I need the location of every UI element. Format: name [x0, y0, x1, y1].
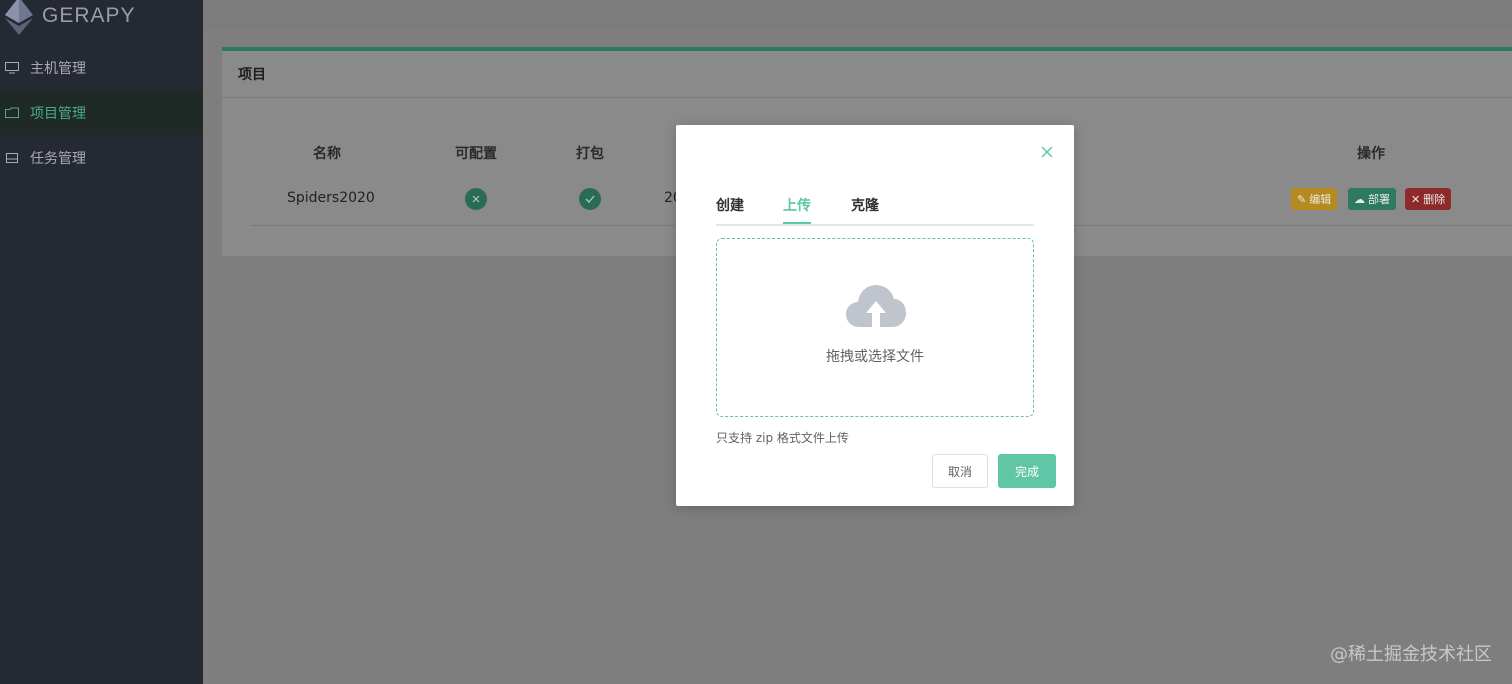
logo-text: GERAPY: [42, 4, 136, 27]
close-icon[interactable]: [1040, 145, 1054, 159]
upload-dialog: 创建 上传 克隆 拖拽或选择文件 只支持 zip 格式文件上传 取消 完成: [676, 125, 1074, 506]
gem-logo-icon: [5, 0, 33, 35]
cloud-upload-icon: [846, 285, 906, 327]
sidebar-item-projects[interactable]: 项目管理: [0, 90, 203, 135]
monitor-icon: [5, 61, 19, 74]
edit-button[interactable]: ✎ 编辑: [1291, 188, 1338, 210]
delete-label: 删除: [1423, 193, 1446, 206]
folder-icon: [5, 107, 19, 119]
cancel-button[interactable]: 取消: [932, 454, 988, 488]
tab-upload[interactable]: 上传: [783, 195, 811, 215]
sidebar-item-label: 主机管理: [30, 60, 86, 77]
sidebar-item-label: 项目管理: [30, 105, 86, 122]
edit-icon: ✎: [1297, 192, 1307, 206]
cloud-upload-icon: ☁: [1354, 192, 1365, 206]
deploy-button[interactable]: ☁ 部署: [1348, 188, 1396, 210]
active-tab-indicator: [783, 222, 811, 224]
done-button[interactable]: 完成: [998, 454, 1056, 488]
packaged-yes-icon: [579, 188, 601, 210]
deploy-label: 部署: [1368, 193, 1390, 206]
configurable-no-icon: [465, 188, 487, 210]
project-name: Spiders2020: [287, 190, 375, 206]
inbox-icon: [5, 152, 19, 164]
dropzone-text: 拖拽或选择文件: [826, 349, 924, 365]
column-header-name: 名称: [313, 146, 341, 162]
edit-label: 编辑: [1309, 193, 1332, 206]
column-header-actions: 操作: [1357, 146, 1385, 162]
card-title: 项目: [222, 51, 1512, 98]
logo[interactable]: GERAPY: [4, 0, 136, 36]
tab-create[interactable]: 创建: [716, 195, 744, 215]
file-dropzone[interactable]: 拖拽或选择文件: [716, 238, 1034, 417]
sidebar: GERAPY 主机管理 项目管理 任务管理: [0, 0, 203, 684]
close-icon: ✕: [1411, 192, 1421, 206]
column-header-configurable: 可配置: [455, 146, 497, 162]
column-header-package: 打包: [576, 146, 604, 162]
dialog-tabs: 创建 上传 克隆: [716, 195, 1034, 226]
delete-button[interactable]: ✕ 删除: [1405, 188, 1452, 210]
sidebar-item-hosts[interactable]: 主机管理: [0, 45, 203, 90]
tab-clone[interactable]: 克隆: [851, 195, 879, 215]
top-bar: [203, 0, 1512, 28]
upload-tip: 只支持 zip 格式文件上传: [716, 431, 849, 445]
watermark: @稀土掘金技术社区: [1330, 644, 1492, 665]
sidebar-item-label: 任务管理: [30, 150, 86, 167]
sidebar-item-tasks[interactable]: 任务管理: [0, 135, 203, 180]
